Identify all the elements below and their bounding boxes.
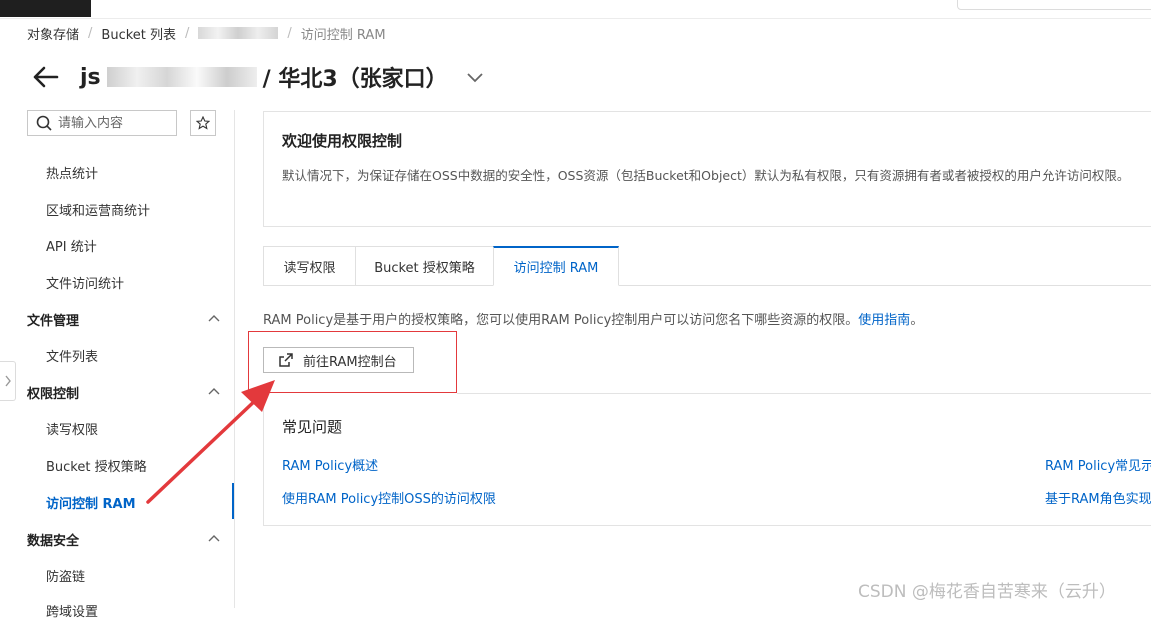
sidebar-item-file-access-stats[interactable]: 文件访问统计 — [46, 273, 124, 292]
breadcrumb-bucket-list[interactable]: Bucket 列表 — [101, 24, 176, 43]
sidebar-item-hotlink-protection[interactable]: 防盗链 — [46, 566, 85, 585]
sidebar-item-read-write-permission[interactable]: 读写权限 — [46, 419, 98, 438]
breadcrumb-separator: / — [185, 25, 190, 41]
annotation-arrow-icon — [146, 380, 275, 504]
faq-link-ram-policy-overview[interactable]: RAM Policy概述 — [282, 455, 378, 474]
tabs-divider — [619, 285, 1151, 286]
tab-bucket-policy[interactable]: Bucket 授权策略 — [355, 246, 493, 286]
faq-link-ram-policy-examples[interactable]: RAM Policy常见示 — [1045, 455, 1151, 474]
sidebar-item-hotspot-stats[interactable]: 热点统计 — [46, 163, 98, 182]
sidebar-item-cors-settings[interactable]: 跨域设置 — [46, 601, 98, 620]
ram-description-period: 。 — [910, 313, 924, 328]
sidebar-search-input[interactable] — [56, 114, 165, 132]
favorite-button[interactable] — [190, 110, 216, 136]
breadcrumb-separator: / — [88, 25, 93, 41]
ram-description: RAM Policy是基于用户的授权策略，您可以使用RAM Policy控制用户… — [263, 309, 923, 328]
breadcrumb: 对象存储 / Bucket 列表 / / 访问控制 RAM — [27, 24, 386, 43]
global-search-input[interactable] — [957, 0, 1151, 10]
go-to-ram-console-label: 前往RAM控制台 — [303, 354, 397, 370]
page-title-row: js / 华北3（张家口） — [30, 60, 484, 94]
tab-read-write-permission[interactable]: 读写权限 — [263, 246, 355, 286]
sidebar-item-api-stats[interactable]: API 统计 — [46, 236, 97, 255]
chevron-right-icon — [4, 375, 11, 387]
sidebar-group-file-management[interactable]: 文件管理 — [27, 310, 79, 329]
sidebar-group-access-control[interactable]: 权限控制 — [27, 383, 79, 402]
page-title-redacted — [106, 67, 257, 87]
faq-card-top-border — [457, 393, 1151, 394]
welcome-description: 默认情况下，为保证存储在OSS中数据的安全性，OSS资源（包括Bucket和Ob… — [282, 168, 1130, 183]
breadcrumb-bucket-redacted[interactable] — [198, 27, 279, 39]
breadcrumb-separator: / — [287, 25, 292, 41]
console-logo — [0, 0, 91, 17]
topbar-divider — [0, 18, 1151, 19]
breadcrumb-current: 访问控制 RAM — [300, 27, 386, 43]
usage-guide-link[interactable]: 使用指南 — [858, 313, 910, 328]
faq-link-ram-role[interactable]: 基于RAM角色实现 — [1045, 488, 1151, 507]
faq-title: 常见问题 — [282, 418, 343, 436]
sidebar-group-data-security[interactable]: 数据安全 — [27, 530, 79, 549]
sidebar-divider — [234, 110, 235, 608]
faq-link-ram-policy-oss-access[interactable]: 使用RAM Policy控制OSS的访问权限 — [282, 488, 496, 507]
sidebar-item-ram-access-control[interactable]: 访问控制 RAM — [46, 493, 136, 512]
breadcrumb-root[interactable]: 对象存储 — [27, 24, 79, 43]
star-icon — [196, 116, 210, 130]
csdn-watermark: CSDN @梅花香自苦寒来（云升） — [858, 582, 1116, 602]
chevron-up-icon[interactable] — [208, 534, 220, 542]
sidebar-item-file-list[interactable]: 文件列表 — [46, 346, 98, 365]
sidebar-item-region-isp-stats[interactable]: 区域和运营商统计 — [46, 200, 150, 219]
sidebar-toggle-button[interactable] — [0, 361, 16, 401]
sidebar-item-bucket-policy[interactable]: Bucket 授权策略 — [46, 456, 147, 475]
ram-description-text: RAM Policy是基于用户的授权策略，您可以使用RAM Policy控制用户… — [263, 313, 859, 328]
sidebar-search-field — [27, 110, 177, 136]
back-arrow-icon[interactable] — [30, 62, 60, 92]
chevron-up-icon[interactable] — [208, 314, 220, 322]
tab-ram-access-control[interactable]: 访问控制 RAM — [493, 246, 619, 286]
page-title-region: / 华北3（张家口） — [262, 67, 448, 92]
external-link-icon — [279, 353, 293, 367]
search-icon — [36, 115, 52, 131]
page-title-prefix: js — [80, 64, 101, 90]
go-to-ram-console-button[interactable]: 前往RAM控制台 — [263, 347, 414, 373]
permission-tabs: 读写权限 Bucket 授权策略 访问控制 RAM — [263, 246, 619, 286]
welcome-title: 欢迎使用权限控制 — [282, 132, 403, 150]
chevron-down-icon[interactable] — [466, 68, 484, 86]
